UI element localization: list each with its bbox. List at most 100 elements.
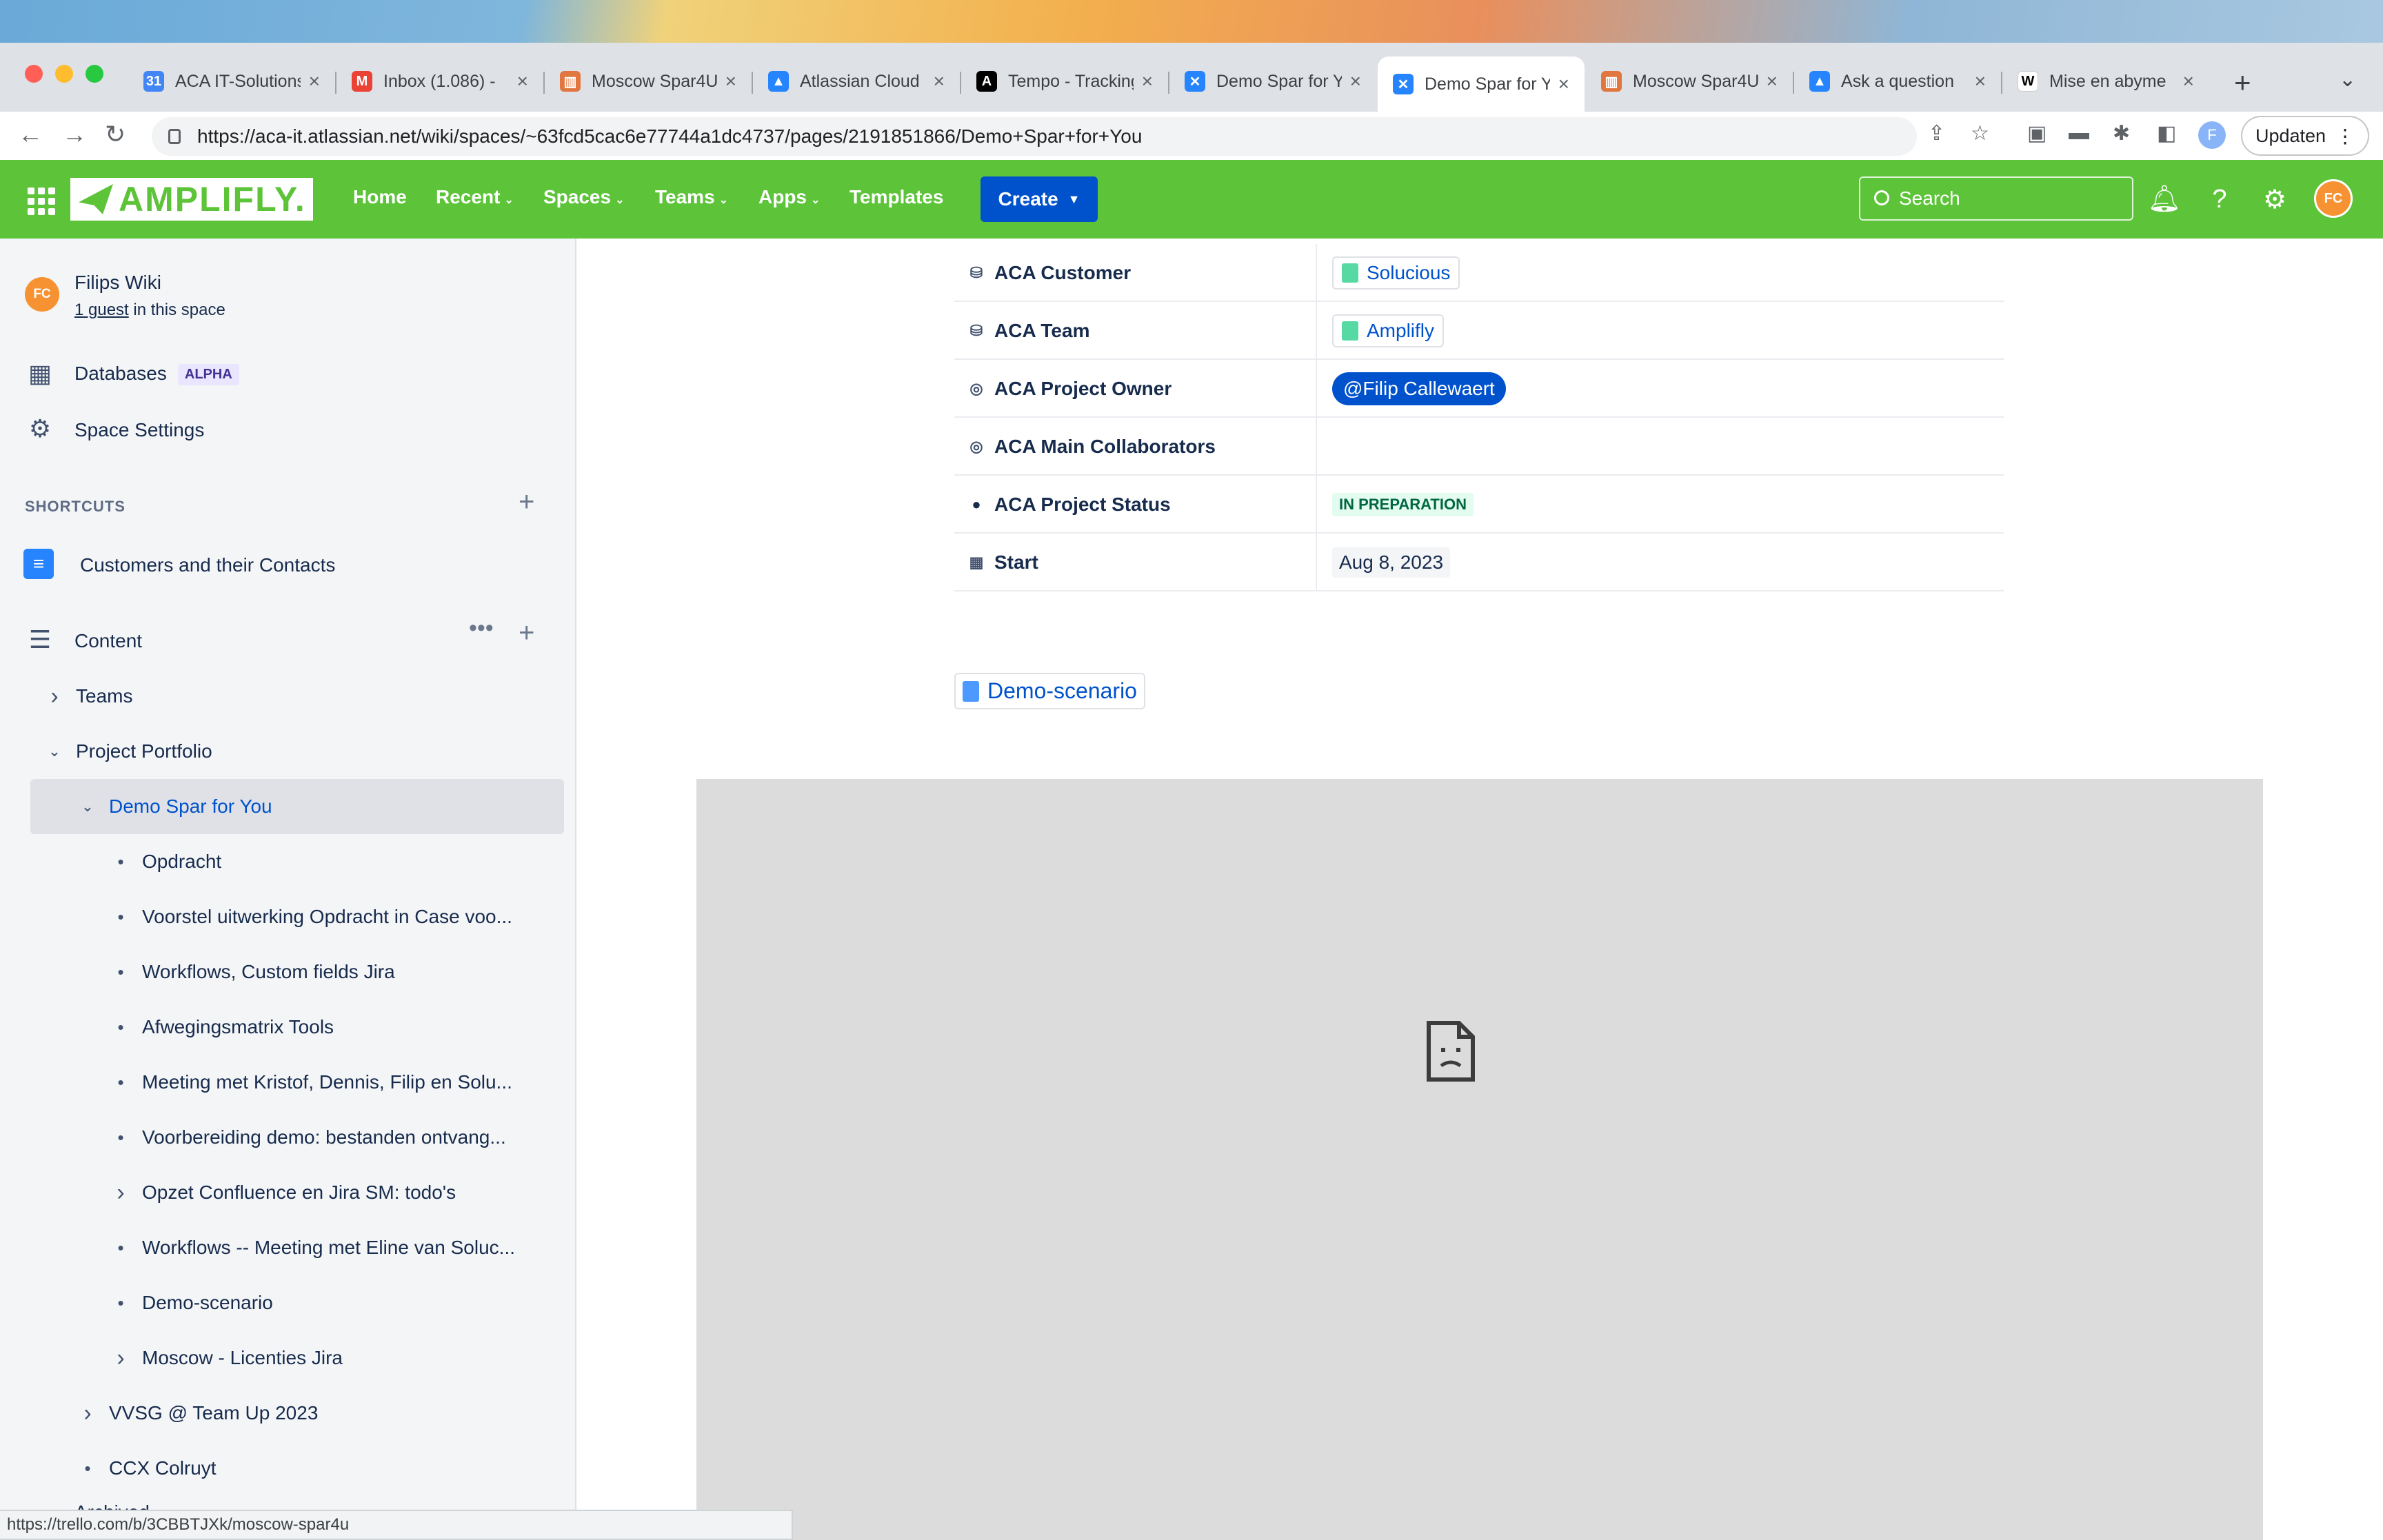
broken-document-icon bbox=[1427, 1021, 1475, 1082]
tree-item[interactable]: › Moscow - Licenties Jira bbox=[0, 1330, 575, 1386]
tree-item-label: Meeting met Kristof, Dennis, Filip en So… bbox=[142, 1071, 512, 1093]
back-arrow-icon[interactable]: ← bbox=[18, 120, 43, 149]
new-tab-button[interactable]: + bbox=[2234, 66, 2251, 99]
close-tab-icon[interactable]: × bbox=[934, 70, 945, 92]
close-tab-icon[interactable]: × bbox=[1558, 73, 1569, 95]
nav-recent[interactable]: Recent ⌄ bbox=[436, 186, 514, 208]
tab-title: Moscow Spar4U bbox=[592, 71, 717, 91]
page-link-chip[interactable]: Solucious bbox=[1332, 256, 1460, 290]
nav-teams[interactable]: Teams ⌄ bbox=[655, 186, 728, 208]
page-icon: ≡ bbox=[23, 549, 54, 579]
create-button[interactable]: Create ▼ bbox=[981, 176, 1098, 222]
chevron-right-icon[interactable]: › bbox=[110, 1179, 131, 1206]
tree-item[interactable]: • Meeting met Kristof, Dennis, Filip en S… bbox=[0, 1055, 575, 1110]
close-tab-icon[interactable]: × bbox=[1975, 70, 1986, 92]
chevron-down-icon[interactable]: ⌄ bbox=[77, 798, 98, 815]
close-window-button[interactable] bbox=[25, 65, 43, 83]
close-tab-icon[interactable]: × bbox=[309, 70, 320, 92]
browser-tab[interactable]: ▥ Moscow Spar4U × bbox=[1586, 57, 1793, 106]
user-mention[interactable]: @Filip Callewaert bbox=[1332, 372, 1506, 405]
address-bar[interactable]: https://aca-it.atlassian.net/wiki/spaces… bbox=[152, 117, 1917, 156]
shortcut-customers-contacts[interactable]: Customers and their Contacts bbox=[80, 554, 335, 576]
browser-tab[interactable]: 31 ACA IT-Solutions × bbox=[128, 57, 335, 106]
add-content-icon[interactable]: + bbox=[519, 618, 534, 649]
tree-item[interactable]: ⌄ Demo Spar for You bbox=[30, 779, 564, 834]
close-tab-icon[interactable]: × bbox=[1142, 70, 1153, 92]
side-panel-icon[interactable]: ◧ bbox=[2157, 121, 2176, 145]
space-name[interactable]: Filips Wiki bbox=[74, 272, 161, 294]
bookmark-star-icon[interactable]: ☆ bbox=[1971, 121, 1989, 145]
guest-link[interactable]: 1 guest bbox=[74, 301, 129, 319]
extension-icon[interactable]: ▬ bbox=[2069, 121, 2089, 145]
tree-item[interactable]: • Voorstel uitwerking Opdracht in Case vo… bbox=[0, 889, 575, 944]
sidebar-item-databases[interactable]: Databases ALPHA bbox=[74, 363, 239, 385]
browser-tab[interactable]: A Tempo - Tracking × bbox=[961, 57, 1168, 106]
browser-tab[interactable]: ▲ Ask a question × bbox=[1794, 57, 2001, 106]
demo-scenario-link[interactable]: Demo-scenario bbox=[954, 673, 1145, 709]
tree-item[interactable]: › Opzet Confluence en Jira SM: todo's bbox=[0, 1165, 575, 1220]
share-icon[interactable]: ⇪ bbox=[1928, 121, 1945, 145]
browser-toolbar: ← → ↻ https://aca-it.atlassian.net/wiki/… bbox=[0, 112, 2383, 161]
chevron-right-icon[interactable]: › bbox=[110, 1345, 131, 1372]
chevron-down-icon[interactable]: ⌄ bbox=[44, 742, 65, 760]
settings-gear-icon[interactable]: ⚙ bbox=[2256, 181, 2293, 218]
close-tab-icon[interactable]: × bbox=[725, 70, 736, 92]
close-tab-icon[interactable]: × bbox=[517, 70, 528, 92]
reload-icon[interactable]: ↻ bbox=[105, 120, 125, 149]
add-shortcut-icon[interactable]: + bbox=[519, 487, 534, 518]
browser-tab[interactable]: M Inbox (1.086) - × bbox=[336, 57, 543, 106]
help-icon[interactable]: ? bbox=[2201, 181, 2238, 218]
browser-tab[interactable]: ▲ Atlassian Cloud × bbox=[753, 57, 960, 106]
browser-tab[interactable]: ✕ Demo Spar for You × bbox=[1169, 57, 1376, 106]
date-chip[interactable]: Aug 8, 2023 bbox=[1332, 547, 1451, 578]
sidebar-item-content[interactable]: Content bbox=[74, 630, 142, 652]
minimize-window-button[interactable] bbox=[55, 65, 73, 83]
sidebar-item-space-settings[interactable]: Space Settings bbox=[74, 419, 204, 441]
chevron-right-icon[interactable]: › bbox=[77, 1400, 98, 1427]
page-link-chip[interactable]: Amplifly bbox=[1332, 314, 1445, 347]
tree-item[interactable]: › Teams bbox=[0, 669, 575, 724]
nav-spaces[interactable]: Spaces ⌄ bbox=[543, 186, 624, 208]
tree-item[interactable]: • Opdracht bbox=[0, 834, 575, 889]
close-tab-icon[interactable]: × bbox=[1767, 70, 1778, 92]
nav-templates[interactable]: Templates bbox=[849, 186, 943, 208]
tree-item[interactable]: › VVSG @ Team Up 2023 bbox=[0, 1386, 575, 1441]
search-input[interactable]: Search bbox=[1859, 176, 2133, 221]
tree-item[interactable]: • Workflows, Custom fields Jira bbox=[0, 944, 575, 1000]
tree-item[interactable]: • Voorbereiding demo: bestanden ontvang..… bbox=[0, 1110, 575, 1165]
tree-item[interactable]: • CCX Colruyt bbox=[0, 1441, 575, 1496]
property-value: @Filip Callewaert bbox=[1332, 360, 1506, 418]
tree-item[interactable]: • Workflows -- Meeting met Eline van Solu… bbox=[0, 1220, 575, 1275]
app-switcher-grid-icon[interactable] bbox=[28, 188, 55, 215]
calendar-icon: 31 bbox=[143, 71, 164, 92]
nav-home[interactable]: Home bbox=[353, 186, 407, 208]
forward-arrow-icon[interactable]: → bbox=[62, 120, 87, 149]
tree-item[interactable]: ⌄ Project Portfolio bbox=[0, 724, 575, 779]
maximize-window-button[interactable] bbox=[86, 65, 103, 83]
paper-plane-icon bbox=[79, 184, 113, 214]
user-avatar[interactable]: FC bbox=[2314, 179, 2353, 218]
nav-apps[interactable]: Apps ⌄ bbox=[758, 186, 820, 208]
chevron-right-icon[interactable]: › bbox=[44, 683, 65, 710]
browser-tab[interactable]: ▥ Moscow Spar4U × bbox=[545, 57, 752, 106]
puzzle-extensions-icon[interactable]: ✱ bbox=[2113, 121, 2130, 145]
tab-search-chevron-icon[interactable]: ⌄ bbox=[2339, 68, 2356, 92]
profile-avatar[interactable]: F bbox=[2198, 121, 2226, 149]
browser-tab[interactable]: ✕ Demo Spar for You × bbox=[1378, 57, 1585, 112]
notion-extension-icon[interactable]: ▣ bbox=[2027, 121, 2047, 145]
tree-item[interactable]: • Demo-scenario bbox=[0, 1275, 575, 1330]
notifications-icon[interactable]: 🔔︎ bbox=[2146, 181, 2183, 218]
amplifly-logo[interactable]: AMPLIFLY. bbox=[70, 178, 313, 221]
browser-window: 31 ACA IT-Solutions × M Inbox (1.086) - × ▥ Mos… bbox=[0, 43, 2383, 161]
property-key-label: ACA Project Status bbox=[994, 494, 1171, 515]
tree-item[interactable]: • Afwegingsmatrix Tools bbox=[0, 1000, 575, 1055]
update-button[interactable]: Updaten ⋮ bbox=[2241, 116, 2369, 156]
tree-item-label: Opdracht bbox=[142, 851, 222, 872]
browser-tab[interactable]: W Mise en abyme × bbox=[2002, 57, 2209, 106]
space-avatar[interactable]: FC bbox=[25, 277, 59, 312]
close-tab-icon[interactable]: × bbox=[1350, 70, 1361, 92]
more-options-icon[interactable]: ••• bbox=[469, 615, 494, 642]
close-tab-icon[interactable]: × bbox=[2183, 70, 2194, 92]
alpha-badge: ALPHA bbox=[177, 364, 239, 385]
search-icon bbox=[1874, 190, 1889, 205]
